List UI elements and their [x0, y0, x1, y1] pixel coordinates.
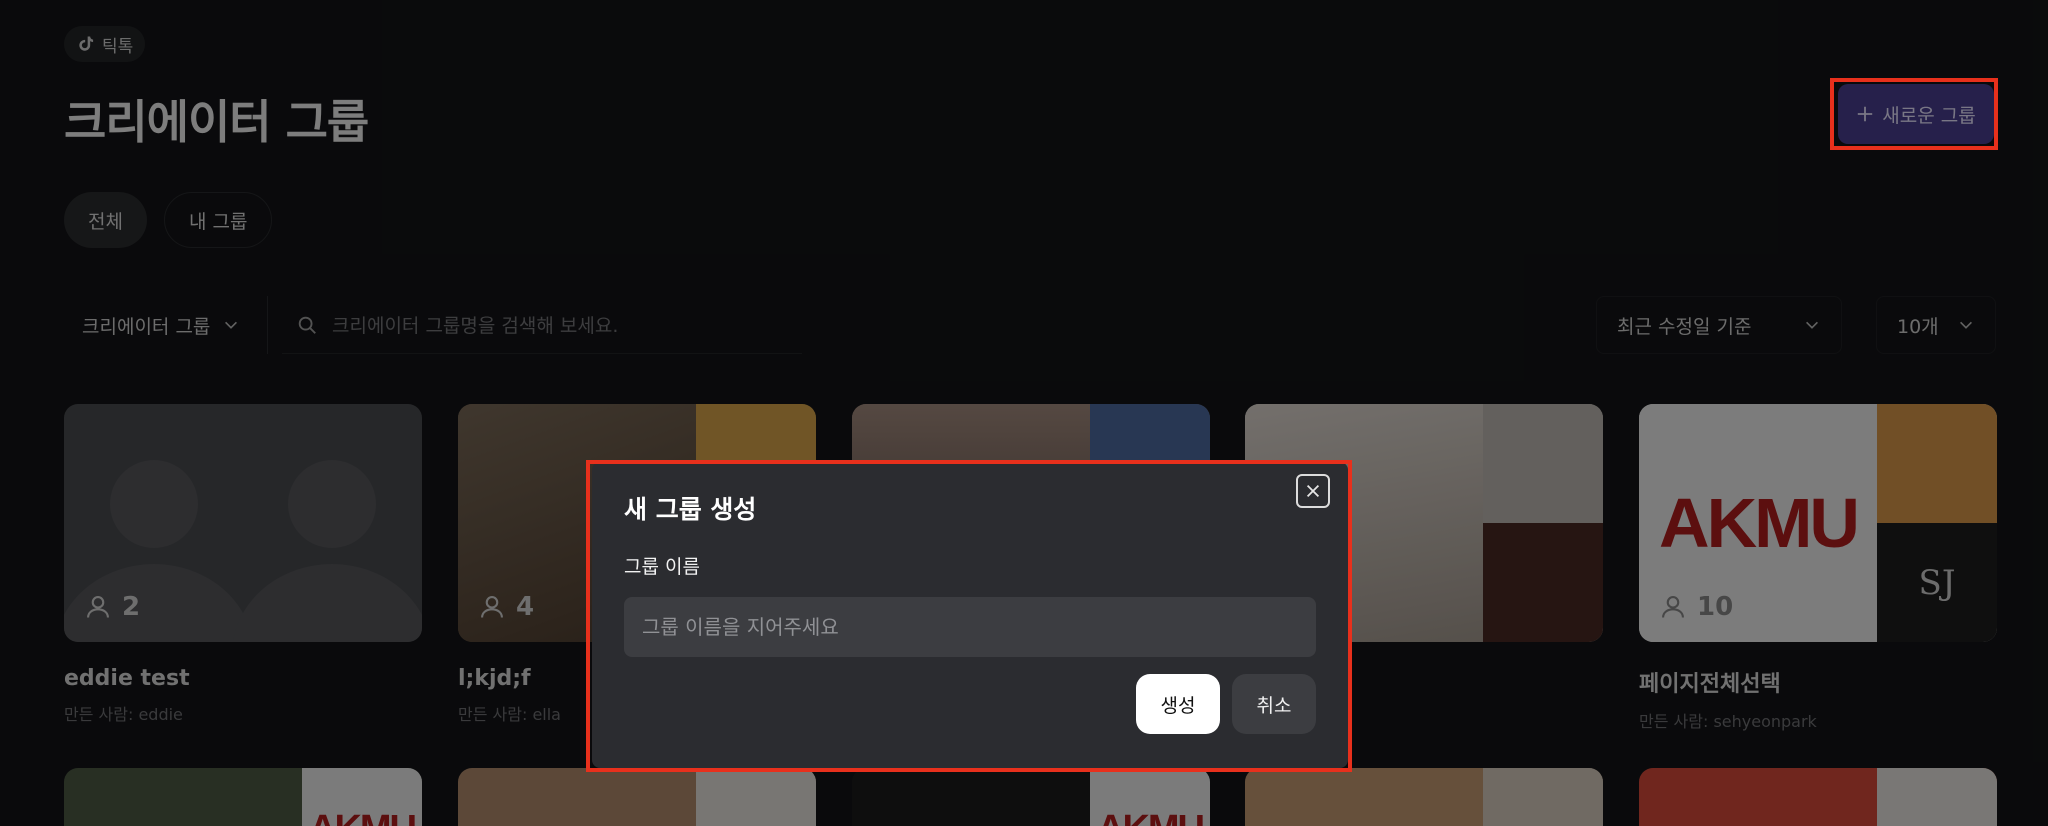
create-group-modal: 새 그룹 생성 그룹 이름 생성 취소 [592, 462, 1348, 768]
close-icon [1306, 484, 1320, 498]
page: 틱톡 크리에이터 그룹 새로운 그룹 전체 내 그룹 크리에이터 그룹 크리에이… [0, 0, 2048, 826]
modal-title: 새 그룹 생성 [624, 495, 757, 524]
create-button[interactable]: 생성 [1136, 674, 1220, 734]
close-button[interactable] [1296, 474, 1330, 508]
group-name-input[interactable] [624, 597, 1316, 657]
cancel-button[interactable]: 취소 [1232, 674, 1316, 734]
modal-actions: 생성 취소 [1136, 674, 1316, 734]
group-name-label: 그룹 이름 [624, 556, 700, 578]
